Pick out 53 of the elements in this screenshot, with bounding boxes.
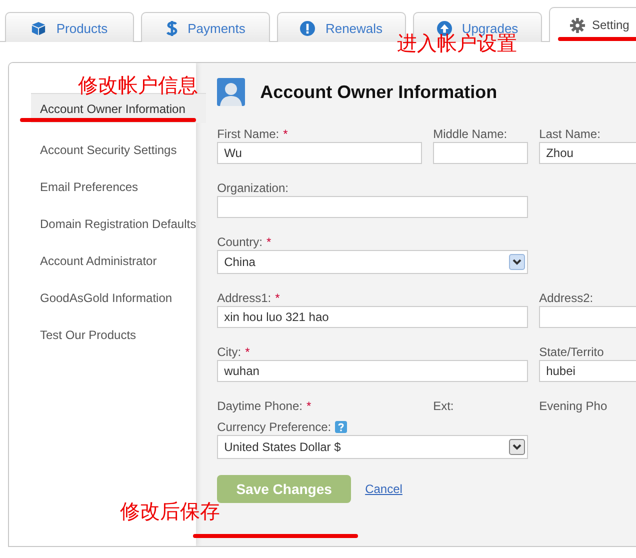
gear-icon [570,18,585,32]
input-field[interactable]: Wu [217,142,422,164]
cancel-link[interactable]: Cancel [365,482,402,496]
sidebar-item[interactable]: GoodAsGold Information [9,279,196,316]
help-icon[interactable] [335,421,348,433]
sidebar-item[interactable]: Test Our Products [9,316,196,353]
required-mark: * [306,399,312,413]
field-label: City: [217,345,242,359]
field-label: Middle Name: [433,127,508,141]
nav-tab[interactable]: Payments [141,12,270,42]
nav-tab[interactable]: Setting [549,7,636,42]
user-avatar-icon [217,78,246,106]
annotation-text: 修改后保存 [120,502,220,522]
dropdown-caret-icon [509,254,526,270]
sidebar-item[interactable]: Email Preferences [9,168,196,205]
sidebar-item[interactable]: Domain Registration Defaults [9,205,196,242]
exclamation-icon [300,21,316,36]
annotation-text: 修改帐户信息 [78,76,198,96]
field-label: Ext: [433,399,454,413]
field-label: First Name: [217,127,280,141]
required-mark: * [275,291,280,305]
input-field[interactable] [217,196,528,218]
input-field[interactable]: xin hou luo 321 hao [217,306,528,328]
tab-label: Products [56,21,108,36]
field-label: Evening Pho [539,399,608,413]
field-label: Country: [217,235,262,249]
field-label: Address2: [539,291,594,305]
required-mark: * [245,345,250,359]
input-field[interactable] [539,306,636,328]
tab-label: Payments [188,21,246,36]
field-label: Address1: [217,291,272,305]
dollar-icon [166,20,178,37]
input-field[interactable]: wuhan [217,360,528,382]
dropdown[interactable]: United States Dollar $ [217,435,528,459]
required-mark: * [283,127,288,141]
dropdown[interactable]: China [217,250,528,274]
sidebar-item[interactable]: Account Security Settings [9,131,196,168]
field-label: Organization: [217,181,288,195]
section-title: Account Owner Information [260,82,498,102]
field-label: Last Name: [539,127,600,141]
tab-label: Setting [592,18,630,32]
sidebar-item[interactable]: Account Administrator [9,242,196,279]
required-mark: * [266,235,272,249]
cube-icon [31,21,46,36]
tab-label: Renewals [325,21,383,36]
field-label: State/Territo [539,345,604,359]
nav-tab[interactable]: Products [5,12,134,42]
input-field[interactable] [433,142,528,164]
field-label: Daytime Phone: [217,399,302,413]
dropdown-caret-icon [509,439,526,455]
field-label: Currency Preference: [217,420,332,434]
input-field[interactable]: Zhou [539,142,636,164]
input-field[interactable]: hubei [539,360,636,382]
